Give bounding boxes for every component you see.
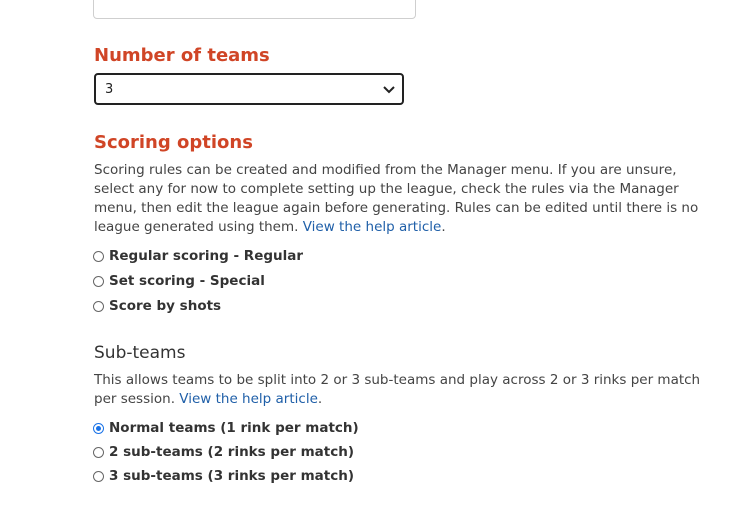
radio-label: Set scoring - Special <box>109 273 265 289</box>
scoring-option-shots[interactable]: Score by shots <box>93 298 221 314</box>
subteam-option-2[interactable]: 2 sub-teams (2 rinks per match) <box>93 444 354 460</box>
radio-normal-teams[interactable] <box>93 422 104 434</box>
number-of-teams-value: 3 <box>105 82 114 97</box>
radio-3-sub-teams[interactable] <box>93 470 104 482</box>
radio-regular-scoring[interactable] <box>93 250 104 262</box>
radio-label: Regular scoring - Regular <box>109 248 304 264</box>
radio-score-by-shots[interactable] <box>93 300 104 312</box>
number-of-teams-select[interactable]: 3 <box>94 73 404 105</box>
radio-label: 3 sub-teams (3 rinks per match) <box>109 468 354 484</box>
subteam-option-3[interactable]: 3 sub-teams (3 rinks per match) <box>93 468 354 484</box>
sub-teams-description: This allows teams to be split into 2 or … <box>94 372 701 407</box>
scoring-option-set[interactable]: Set scoring - Special <box>93 273 265 289</box>
radio-2-sub-teams[interactable] <box>93 446 104 458</box>
previous-text-input[interactable] <box>93 0 416 19</box>
scoring-help-link[interactable]: View the help article <box>303 219 442 235</box>
subteam-option-normal[interactable]: Normal teams (1 rink per match) <box>93 420 359 436</box>
sub-teams-heading: Sub-teams <box>94 343 186 363</box>
radio-label: Score by shots <box>109 298 222 314</box>
scoring-options-heading: Scoring options <box>94 132 253 153</box>
chevron-down-icon <box>383 86 395 94</box>
radio-label: 2 sub-teams (2 rinks per match) <box>109 444 354 460</box>
radio-label: Normal teams (1 rink per match) <box>109 420 359 436</box>
number-of-teams-heading: Number of teams <box>94 45 270 66</box>
sub-teams-help-link[interactable]: View the help article <box>179 391 318 407</box>
radio-set-scoring[interactable] <box>93 275 104 287</box>
scoring-description: Scoring rules can be created and modifie… <box>94 162 699 235</box>
scoring-option-regular[interactable]: Regular scoring - Regular <box>93 248 303 264</box>
